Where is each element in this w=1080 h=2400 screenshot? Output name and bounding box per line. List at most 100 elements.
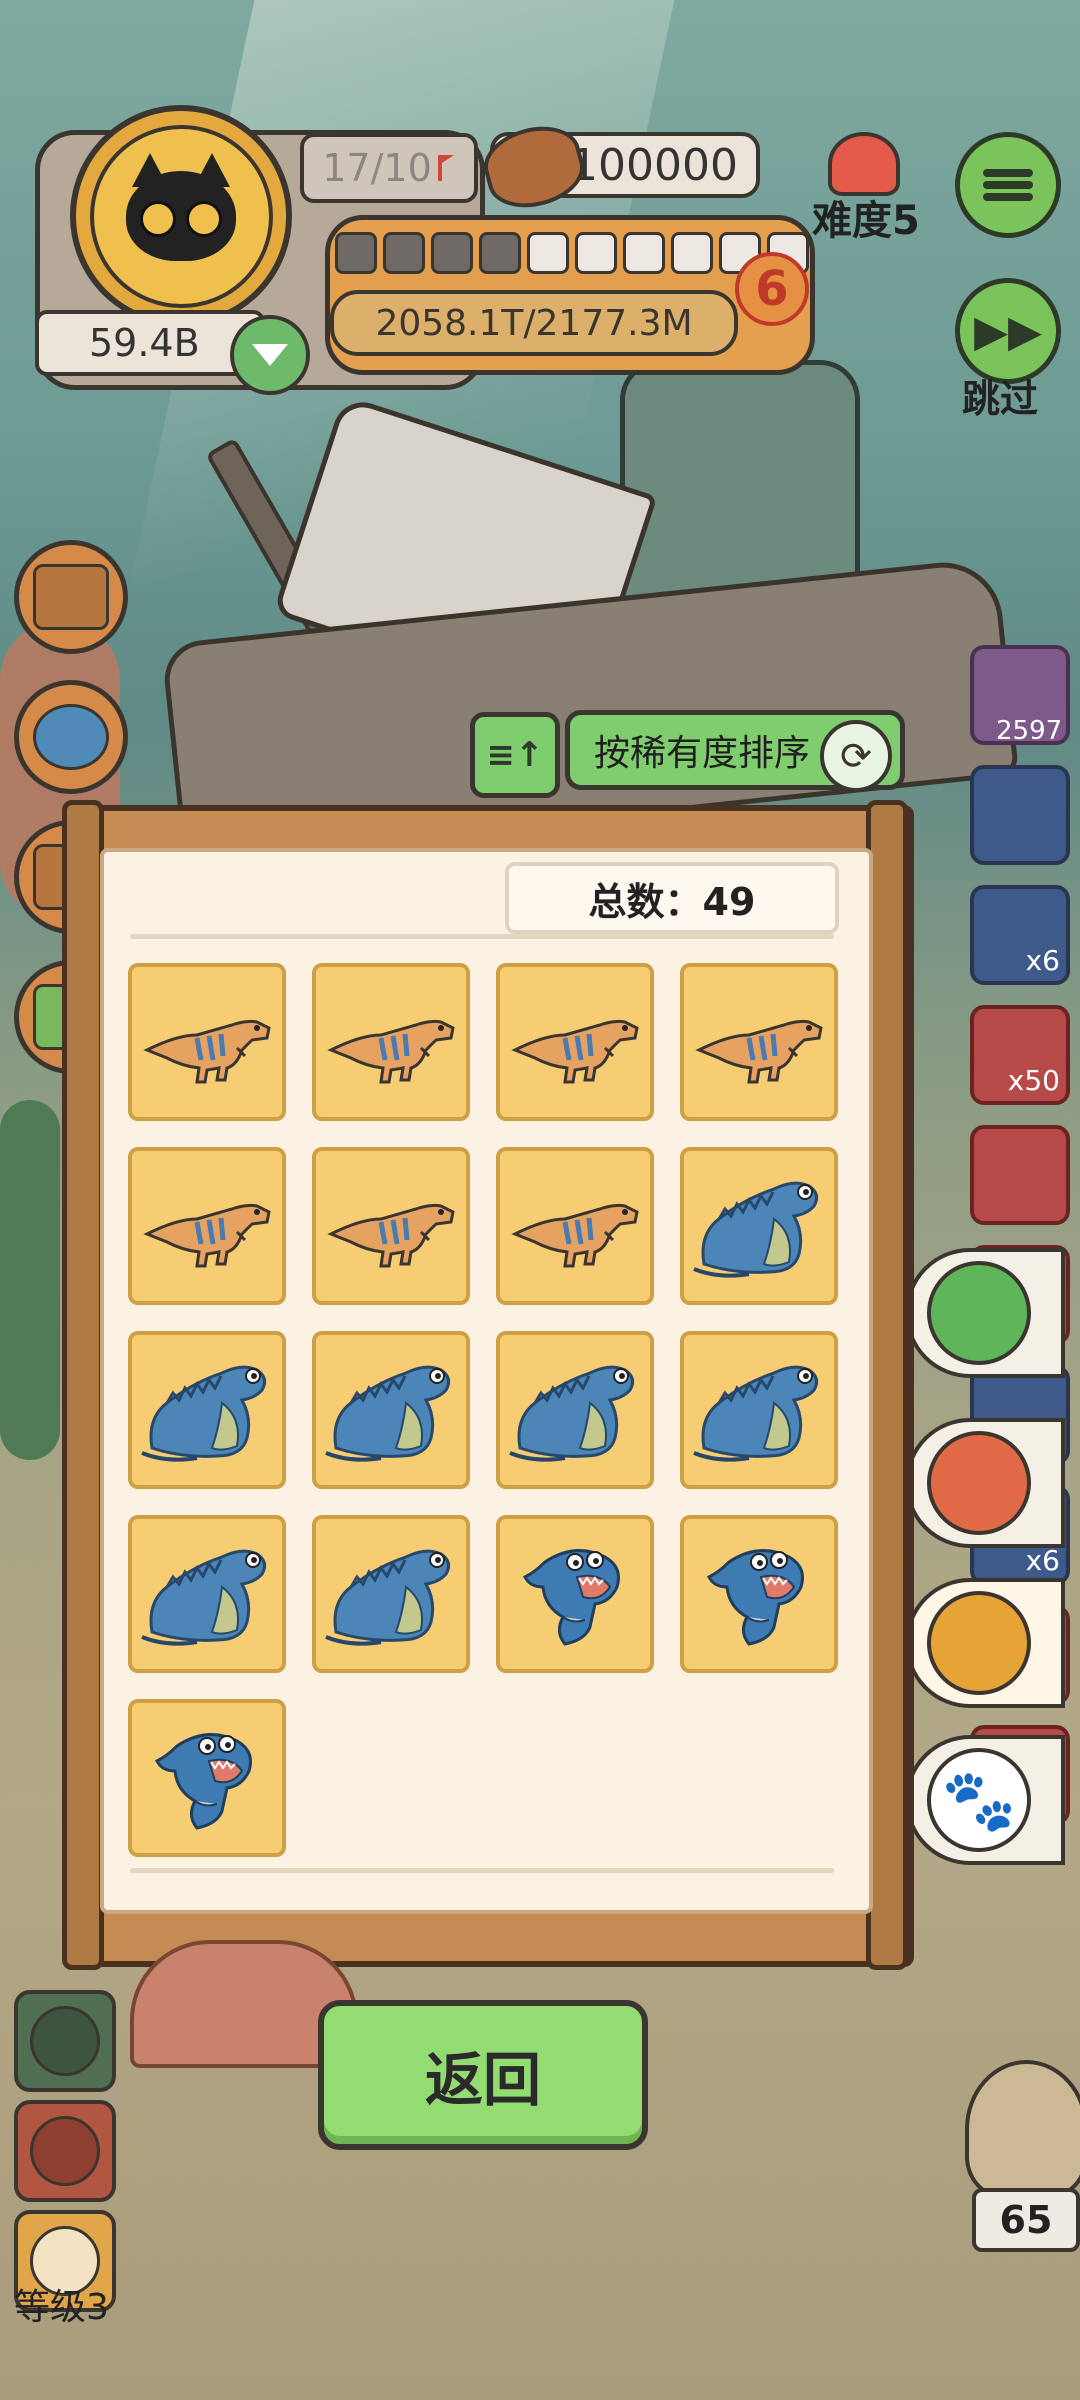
iguana-icon (505, 1348, 645, 1472)
creature-card-iguana[interactable] (128, 1515, 286, 1673)
stage-segment (623, 232, 665, 274)
box-button[interactable] (14, 540, 128, 654)
joystick-button[interactable] (14, 680, 128, 794)
iguana-icon (689, 1164, 829, 1288)
red-pet-small-icon (30, 2116, 100, 2186)
stage-segment (527, 232, 569, 274)
creature-card-iguana[interactable] (680, 1147, 838, 1305)
creature-card-trex[interactable] (128, 1147, 286, 1305)
sort-rarity-button[interactable]: 按稀有度排序 ⟳ (565, 710, 905, 792)
paw-icon: 🐾 (927, 1748, 1031, 1852)
exp-text: 2058.1T/2177.3M (375, 302, 693, 344)
tab-green-pet[interactable] (905, 1248, 1065, 1378)
iguana-icon (137, 1348, 277, 1472)
refresh-glyph: ⟳ (840, 734, 872, 778)
inventory-count-8: x6 (1025, 1544, 1060, 1577)
creature-card-shark[interactable] (496, 1515, 654, 1673)
red-pet-icon (927, 1431, 1031, 1535)
creature-card-iguana[interactable] (312, 1515, 470, 1673)
flag-icon (437, 155, 456, 181)
creature-card-iguana[interactable] (680, 1331, 838, 1489)
creature-card-shark[interactable] (680, 1515, 838, 1673)
shark-icon (689, 1532, 829, 1656)
creature-card-trex[interactable] (680, 963, 838, 1121)
cat-eye-left (140, 201, 176, 237)
stage-segment (479, 232, 521, 274)
refresh-icon[interactable]: ⟳ (820, 720, 892, 792)
level-progress-text: 17/10 (322, 146, 432, 190)
inventory-slot-3[interactable]: x6 (970, 885, 1070, 985)
trex-icon (505, 1164, 645, 1288)
shark-icon (137, 1716, 277, 1840)
sort-order-button[interactable]: ≡↑ (470, 712, 560, 798)
trex-icon (689, 980, 829, 1104)
coin-balance: 59.4B (35, 310, 265, 376)
creature-card-trex[interactable] (496, 963, 654, 1121)
box-icon (33, 564, 109, 630)
avatar[interactable] (70, 105, 292, 327)
creature-grid (128, 963, 838, 1857)
creature-card-shark[interactable] (128, 1699, 286, 1857)
bird-character[interactable] (965, 2060, 1080, 2198)
total-count-text: 总数：49 (588, 879, 756, 924)
sort-rarity-label: 按稀有度排序 (594, 733, 811, 774)
stage-segment (335, 232, 377, 274)
pet-slot-green[interactable] (14, 1990, 116, 2092)
bird-count: 65 (972, 2188, 1080, 2252)
coin-balance-text: 59.4B (89, 321, 200, 365)
difficulty-icon[interactable] (828, 132, 900, 196)
inventory-slot-4[interactable]: x50 (970, 1005, 1070, 1105)
stage-segment (671, 232, 713, 274)
menu-icon (983, 165, 1033, 205)
expand-button[interactable] (230, 315, 310, 395)
level-progress: 17/10 (300, 133, 478, 203)
stage-segment (431, 232, 473, 274)
iguana-icon (137, 1532, 277, 1656)
divider-top (130, 934, 834, 939)
inventory-count-3: x6 (1025, 944, 1060, 977)
difficulty-label[interactable]: 难度5 (812, 188, 920, 246)
stage-number: 6 (755, 261, 789, 317)
currency-text: 100000 (570, 139, 738, 191)
trex-icon (137, 1164, 277, 1288)
kelp (0, 1100, 60, 1460)
menu-button[interactable] (955, 132, 1061, 238)
stage-segment (575, 232, 617, 274)
inventory-slot-2[interactable] (970, 765, 1070, 865)
inventory-slot-5[interactable] (970, 1125, 1070, 1225)
exp-bar: 2058.1T/2177.3M (330, 290, 738, 356)
skull-icon (927, 1591, 1031, 1695)
tab-red-pet[interactable] (905, 1418, 1065, 1548)
creature-card-iguana[interactable] (312, 1331, 470, 1489)
creature-card-trex[interactable] (496, 1147, 654, 1305)
chevron-down-icon (252, 344, 288, 366)
return-button[interactable]: 返回 (318, 2000, 648, 2150)
trex-icon (137, 980, 277, 1104)
avatar-inner (89, 124, 273, 308)
inventory-count-1: 2597 (996, 716, 1063, 746)
cat-icon (126, 153, 236, 261)
level-label: 等级3 (14, 2287, 109, 2328)
creature-card-trex[interactable] (312, 963, 470, 1121)
joystick-icon (33, 704, 109, 770)
fast-forward-icon: ▶▶ (974, 305, 1042, 357)
creature-card-trex[interactable] (312, 1147, 470, 1305)
trex-icon (321, 1164, 461, 1288)
return-label: 返回 (424, 2046, 541, 2114)
tab-skull[interactable] (905, 1578, 1065, 1708)
inventory-count-4: x50 (1007, 1064, 1060, 1097)
creature-card-iguana[interactable] (128, 1331, 286, 1489)
creature-card-iguana[interactable] (496, 1331, 654, 1489)
total-count: 总数：49 (505, 862, 839, 934)
trex-icon (321, 980, 461, 1104)
tab-paw[interactable]: 🐾 (905, 1735, 1065, 1865)
stage-segments (335, 232, 809, 274)
skip-label[interactable]: 跳过 (962, 368, 1038, 423)
shark-icon (505, 1532, 645, 1656)
trex-icon (505, 980, 645, 1104)
frame-post-left (62, 800, 104, 1970)
creature-card-trex[interactable] (128, 963, 286, 1121)
iguana-icon (689, 1348, 829, 1472)
stage-segment (383, 232, 425, 274)
pet-slot-red[interactable] (14, 2100, 116, 2202)
